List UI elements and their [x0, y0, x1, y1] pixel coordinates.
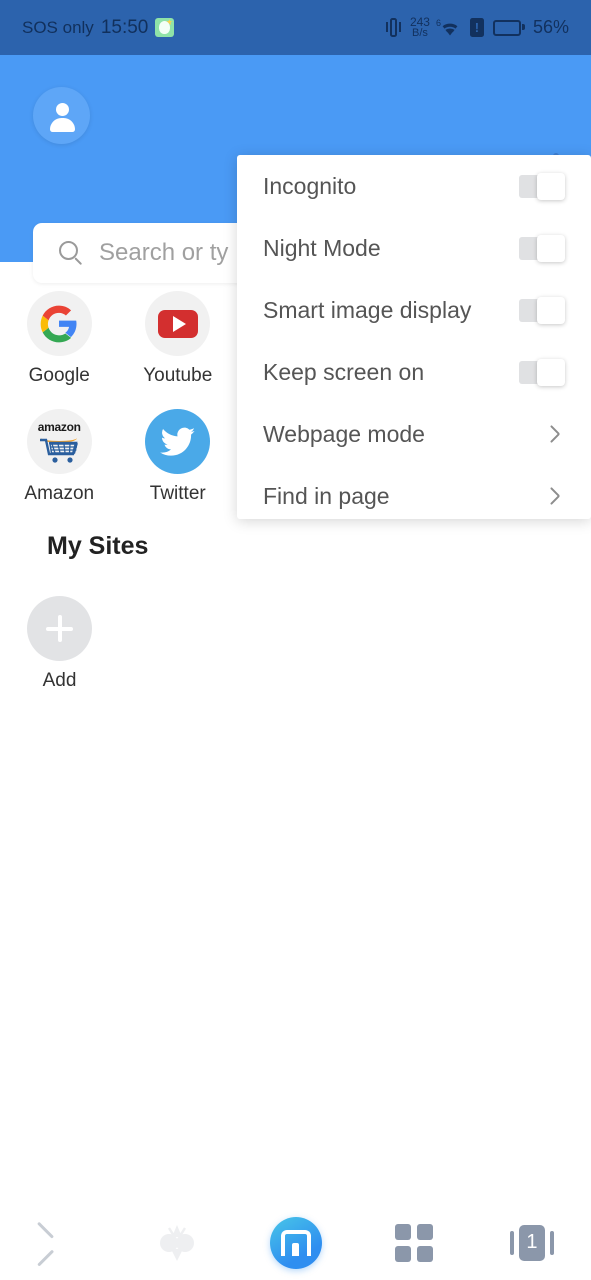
status-bar-right: 243 B/s 6 56%	[385, 14, 569, 39]
nav-home-button[interactable]	[236, 1205, 354, 1280]
battery-percent-label: 56%	[532, 17, 569, 37]
my-sites-row: Add	[0, 590, 237, 692]
flower-icon	[155, 1223, 199, 1263]
wifi-icon: 6	[435, 17, 461, 37]
sim-alert-icon	[469, 18, 484, 37]
menu-item-label: Webpage mode	[263, 420, 425, 447]
menu-item-webpage-mode[interactable]: Webpage mode	[237, 403, 591, 465]
user-avatar-icon[interactable]	[33, 87, 90, 144]
sheep-app-icon	[155, 18, 175, 37]
chevron-right-icon	[547, 423, 561, 445]
maxthon-logo-icon	[269, 1216, 322, 1269]
add-site-label: Add	[42, 670, 77, 691]
nav-back-button[interactable]	[0, 1205, 118, 1280]
tab-counter-icon: 1	[509, 1224, 554, 1261]
battery-icon	[492, 19, 525, 36]
my-sites-title: My Sites	[47, 532, 149, 560]
menu-item-label: Smart image display	[263, 296, 472, 323]
shortcut-label: Amazon	[24, 483, 95, 504]
amazon-icon: amazon	[26, 409, 92, 474]
shortcut-label: Twitter	[149, 483, 206, 504]
network-speed-value: 243	[409, 14, 430, 29]
wifi-generation-label: 6	[435, 17, 441, 28]
chevron-left-icon	[46, 1226, 72, 1260]
grid-icon	[394, 1223, 433, 1262]
toggle-switch-keep-screen-on[interactable]	[519, 358, 565, 386]
network-speed-unit: B/s	[412, 26, 428, 39]
vibrate-icon	[385, 17, 401, 38]
my-sites-grid: Add	[0, 590, 237, 692]
shortcut-row: amazon Amazon Twitter	[0, 403, 237, 505]
shortcut-label: Youtube	[143, 365, 213, 386]
nav-apps-button[interactable]	[355, 1205, 473, 1280]
status-bar-left: SOS only 15:50	[22, 16, 175, 39]
menu-item-keep-screen-on[interactable]: Keep screen on	[237, 341, 591, 403]
toggle-switch-incognito[interactable]	[519, 172, 565, 200]
bottom-navigation-bar: 1	[0, 1205, 591, 1280]
nav-flower-button[interactable]	[118, 1205, 236, 1280]
carrier-label: SOS only	[22, 17, 94, 37]
overflow-menu-panel: Incognito Night Mode Smart image display…	[237, 155, 591, 519]
nav-tabs-button[interactable]: 1	[473, 1205, 591, 1280]
shortcut-google[interactable]: Google	[0, 285, 119, 387]
menu-item-label: Night Mode	[263, 234, 381, 261]
network-speed-indicator: 243 B/s	[409, 14, 430, 39]
shortcut-twitter[interactable]: Twitter	[119, 403, 238, 505]
youtube-icon	[145, 291, 211, 356]
menu-item-smart-image-display[interactable]: Smart image display	[237, 279, 591, 341]
person-glyph	[47, 101, 77, 132]
search-icon	[59, 240, 84, 266]
menu-item-incognito[interactable]: Incognito	[237, 155, 591, 217]
google-icon	[26, 291, 92, 356]
plus-icon	[27, 596, 92, 661]
phone-screen: SOS only 15:50 243 B/s 6 ! 56% Search or…	[0, 0, 591, 1280]
menu-item-label: Incognito	[263, 172, 357, 199]
tab-count-label: 1	[518, 1224, 545, 1261]
add-site-button[interactable]: Add	[0, 590, 119, 692]
chevron-right-icon	[547, 485, 561, 507]
twitter-icon	[145, 409, 211, 474]
toggle-switch-smart-image-display[interactable]	[519, 296, 565, 324]
menu-item-label: Find in page	[263, 482, 390, 509]
toggle-switch-night-mode[interactable]	[519, 234, 565, 262]
shortcut-row: Google Youtube	[0, 285, 237, 387]
clock-label: 15:50	[100, 16, 149, 38]
shortcut-amazon[interactable]: amazon Amazon	[0, 403, 119, 505]
shortcut-grid: Google Youtube amazon Amazon Twitter	[0, 285, 237, 505]
menu-item-label: Keep screen on	[263, 358, 425, 385]
status-bar: SOS only 15:50 243 B/s 6 ! 56%	[0, 0, 591, 55]
search-placeholder: Search or ty	[99, 239, 229, 266]
shortcut-label: Google	[28, 365, 90, 386]
menu-item-find-in-page[interactable]: Find in page	[237, 465, 591, 527]
menu-item-night-mode[interactable]: Night Mode	[237, 217, 591, 279]
shortcut-youtube[interactable]: Youtube	[119, 285, 238, 387]
